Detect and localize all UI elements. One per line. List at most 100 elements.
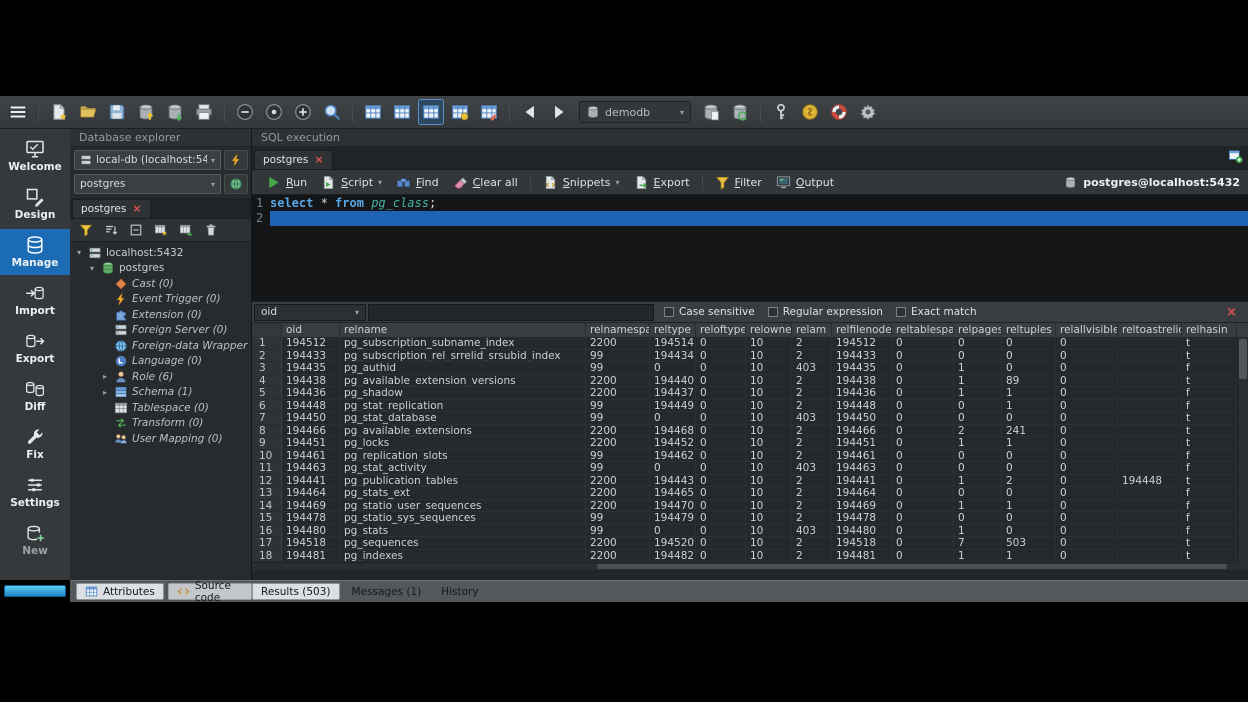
grid-cell[interactable]: 1 [954, 500, 1002, 513]
grid-cell[interactable]: 0 [1056, 337, 1118, 350]
grid-cell[interactable]: 0 [1056, 550, 1118, 563]
row-number-cell[interactable]: 17 [252, 537, 282, 550]
export-button[interactable]: Export [628, 172, 696, 193]
grid-cell[interactable]: 194466 [282, 425, 340, 438]
grid-cell[interactable]: 10 [746, 537, 792, 550]
grid-cell[interactable]: 0 [892, 525, 954, 538]
grid-cell[interactable] [1118, 500, 1182, 513]
grid-cell[interactable]: 2 [792, 475, 832, 488]
grid-cell[interactable]: 194450 [832, 412, 892, 425]
grid-cell[interactable] [1118, 362, 1182, 375]
grid-cell[interactable] [1118, 337, 1182, 350]
grid-cell[interactable]: 0 [954, 350, 1002, 363]
row-number-cell[interactable]: 9 [252, 437, 282, 450]
grid-cell[interactable]: f [1182, 450, 1237, 463]
grid-cell[interactable]: 0 [696, 500, 746, 513]
tree-item[interactable]: ▸Role (6) [70, 369, 251, 385]
grid-cell[interactable]: 0 [1002, 350, 1056, 363]
grid-cell[interactable]: 10 [746, 462, 792, 475]
grid-cell[interactable]: 99 [586, 400, 650, 413]
grid-cell[interactable]: f [1182, 462, 1237, 475]
grid-cell[interactable]: 403 [792, 412, 832, 425]
back-button[interactable] [517, 99, 543, 125]
grid-cell[interactable]: 0 [954, 400, 1002, 413]
grid-cell[interactable] [1118, 425, 1182, 438]
close-icon[interactable]: × [314, 155, 323, 165]
grid-cell[interactable]: 2200 [586, 337, 650, 350]
grid-cell[interactable]: 194469 [832, 500, 892, 513]
grid-cell[interactable]: pg_locks [340, 437, 586, 450]
grid-cell[interactable]: 0 [696, 387, 746, 400]
grid-cell[interactable]: 0 [696, 400, 746, 413]
refresh-database-button[interactable] [727, 99, 753, 125]
grid-cell[interactable]: 0 [696, 525, 746, 538]
grid-cell[interactable]: 10 [746, 512, 792, 525]
row-number-cell[interactable]: 8 [252, 425, 282, 438]
row-number-cell[interactable]: 15 [252, 512, 282, 525]
grid-cell[interactable]: 194436 [832, 387, 892, 400]
grid-cell[interactable]: 2 [792, 550, 832, 563]
new-file-button[interactable] [46, 99, 72, 125]
grid-cell[interactable]: 194436 [282, 387, 340, 400]
tree-item[interactable]: Transform (0) [70, 416, 251, 432]
open-table-button[interactable] [177, 221, 195, 239]
sort-objects-button[interactable] [102, 221, 120, 239]
grid-cell[interactable]: f [1182, 525, 1237, 538]
grid-cell[interactable]: 194450 [282, 412, 340, 425]
grid-column-header[interactable]: relhasin [1182, 323, 1237, 337]
grid-cell[interactable]: 0 [696, 337, 746, 350]
tree-item[interactable]: ▾postgres [70, 261, 251, 277]
grid-column-header[interactable]: relallvisible [1056, 323, 1118, 337]
grid-cell[interactable]: 10 [746, 550, 792, 563]
grid-cell[interactable]: 194518 [832, 537, 892, 550]
grid-cell[interactable]: 0 [1056, 350, 1118, 363]
grid-cell[interactable]: 0 [892, 487, 954, 500]
sidebar-item-export[interactable]: Export [0, 325, 70, 371]
grid-cell[interactable]: 2200 [586, 537, 650, 550]
grid-cell[interactable]: 0 [892, 500, 954, 513]
grid-cell[interactable]: 0 [892, 337, 954, 350]
grid-cell[interactable]: 1 [954, 362, 1002, 375]
grid-cell[interactable] [1118, 462, 1182, 475]
grid-cell[interactable]: 0 [696, 412, 746, 425]
grid-cell[interactable]: 1 [954, 387, 1002, 400]
checkbox[interactable] [664, 307, 674, 317]
grid-cell[interactable]: 99 [586, 412, 650, 425]
sidebar-item-diff[interactable]: Diff [0, 373, 70, 419]
grid-cell[interactable]: pg_available_extension_versions [340, 375, 586, 388]
grid-cell[interactable]: 1 [1002, 387, 1056, 400]
grid-cell[interactable]: 10 [746, 525, 792, 538]
grid-column-header[interactable]: reltablespace [892, 323, 954, 337]
grid-cell[interactable]: 1 [954, 525, 1002, 538]
grid-cell[interactable]: f [1182, 512, 1237, 525]
grid-cell[interactable]: 194470 [650, 500, 696, 513]
checkbox[interactable] [896, 307, 906, 317]
filter-column-dropdown[interactable]: oid ▾ [254, 304, 366, 321]
grid-cell[interactable]: 2 [792, 375, 832, 388]
tree-item[interactable]: ▸Schema (1) [70, 385, 251, 401]
data-view-button[interactable] [360, 99, 386, 125]
grid-cell[interactable]: t [1182, 437, 1237, 450]
sql-editor[interactable]: 12 select * from pg_class; [252, 195, 1248, 302]
sidebar-item-fix[interactable]: Fix [0, 421, 70, 467]
grid-cell[interactable]: 99 [586, 512, 650, 525]
database-selector[interactable]: demodb▾ [579, 101, 691, 123]
grid-cell[interactable]: 0 [1056, 425, 1118, 438]
tab-history[interactable]: History [433, 583, 486, 600]
grid-cell[interactable]: 403 [792, 362, 832, 375]
tab-explorer-postgres[interactable]: postgres × [72, 199, 151, 218]
grid-cell[interactable]: 194463 [282, 462, 340, 475]
grid-cell[interactable]: 0 [1056, 462, 1118, 475]
grid-cell[interactable]: 0 [696, 450, 746, 463]
table-keys-button[interactable] [447, 99, 473, 125]
grid-column-header[interactable]: relowner [746, 323, 792, 337]
grid-cell[interactable]: pg_stat_database [340, 412, 586, 425]
grid-column-header[interactable]: reloftype [696, 323, 746, 337]
close-filter-icon[interactable]: × [1226, 306, 1237, 319]
grid-cell[interactable]: 0 [1056, 412, 1118, 425]
grid-cell[interactable]: 403 [792, 462, 832, 475]
sidebar-item-welcome[interactable]: Welcome [0, 133, 70, 179]
grid-cell[interactable]: 10 [746, 400, 792, 413]
grid-cell[interactable]: 0 [1056, 475, 1118, 488]
filter-option-regular-expression[interactable]: Regular expression [768, 306, 883, 318]
